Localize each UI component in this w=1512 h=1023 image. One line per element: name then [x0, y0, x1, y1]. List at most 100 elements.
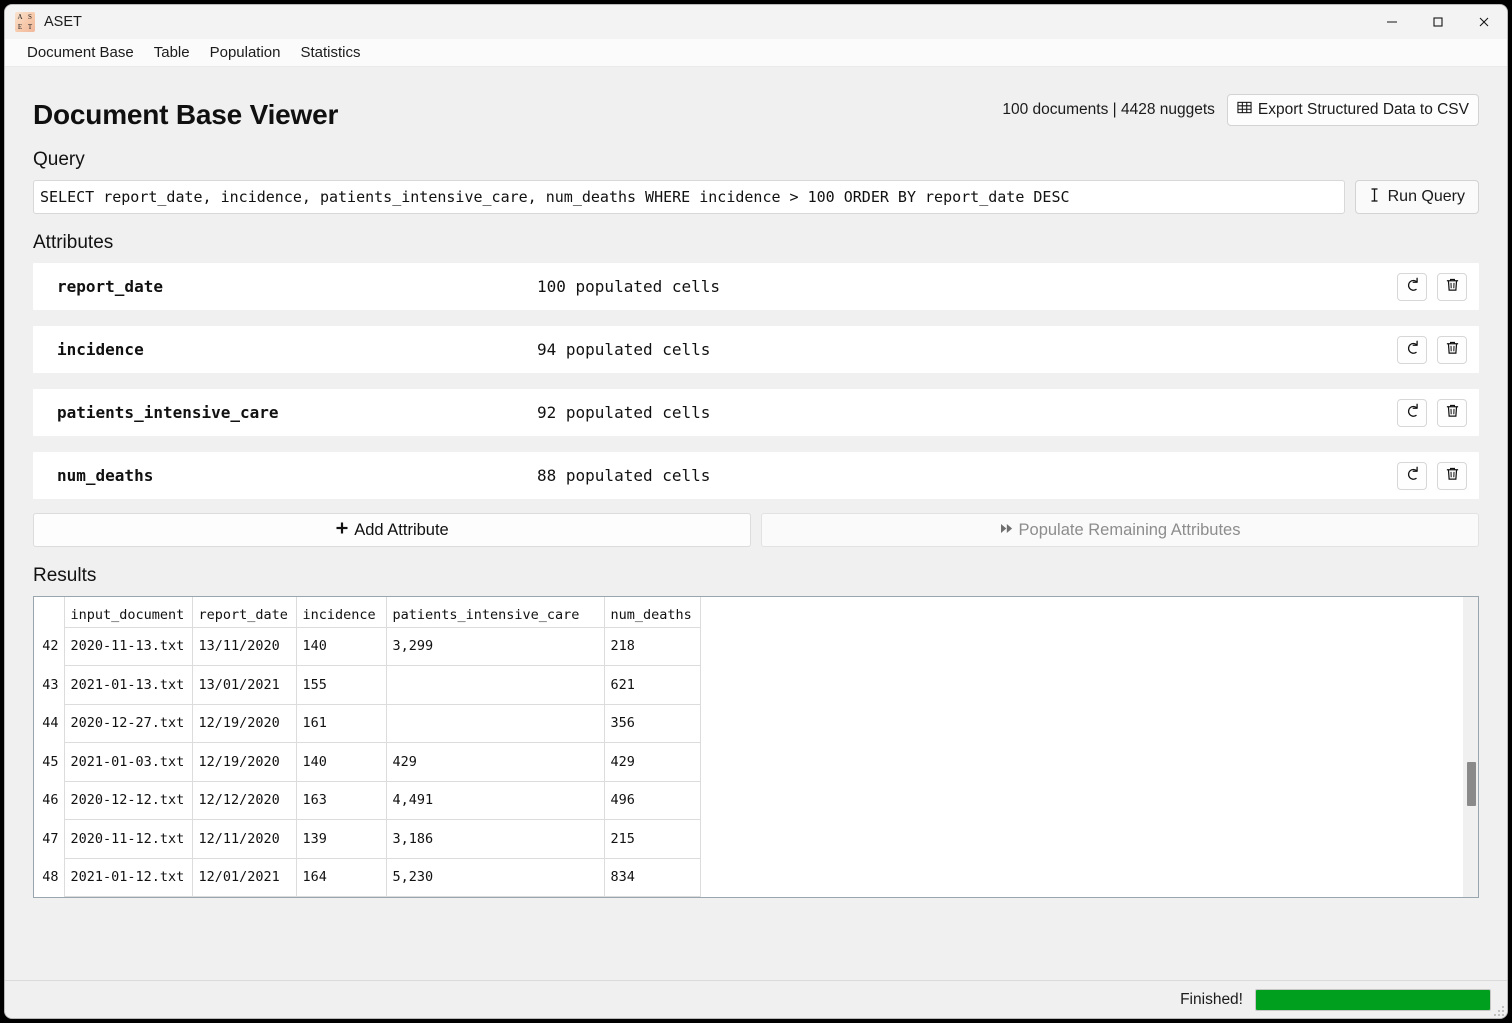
add-attribute-button[interactable]: Add Attribute	[33, 513, 751, 547]
table-row[interactable]: 47 2020-11-12.txt 12/11/2020 139 3,186 2…	[34, 819, 701, 859]
table-row[interactable]: 45 2021-01-03.txt 12/19/2020 140 429 429	[34, 742, 701, 782]
row-index: 43	[34, 665, 65, 704]
maximize-icon[interactable]	[1415, 5, 1461, 39]
column-header-num-deaths[interactable]: num_deaths	[604, 597, 701, 628]
cell-incidence[interactable]: 163	[296, 781, 387, 820]
column-header-patients-intensive-care[interactable]: patients_intensive_care	[386, 597, 605, 628]
app-logo-letter-e: E	[17, 22, 23, 31]
plus-icon	[335, 521, 349, 540]
attribute-delete-button[interactable]	[1437, 272, 1467, 301]
cell-num-deaths[interactable]: 218	[604, 627, 701, 666]
cell-num-deaths[interactable]: 496	[604, 781, 701, 820]
results-table-body: 42 2020-11-13.txt 13/11/2020 140 3,299 2…	[34, 627, 701, 897]
attribute-refresh-button[interactable]	[1397, 461, 1427, 490]
table-row[interactable]: 46 2020-12-12.txt 12/12/2020 163 4,491 4…	[34, 781, 701, 820]
cell-num-deaths[interactable]: 215	[604, 819, 701, 859]
cell-input-document[interactable]: 2020-11-12.txt	[64, 819, 193, 859]
row-index: 45	[34, 742, 65, 781]
attribute-delete-button[interactable]	[1437, 461, 1467, 490]
close-icon[interactable]	[1461, 5, 1507, 39]
query-input[interactable]: SELECT report_date, incidence, patients_…	[33, 180, 1345, 214]
text-cursor-icon	[1369, 187, 1380, 208]
results-header-row: input_document report_date incidence pat…	[34, 597, 701, 628]
attribute-row[interactable]: report_date 100 populated cells	[33, 263, 1479, 310]
column-header-report-date[interactable]: report_date	[192, 597, 297, 628]
scrollbar-thumb[interactable]	[1467, 762, 1476, 806]
results-vertical-scrollbar[interactable]	[1463, 597, 1478, 897]
cell-patients-intensive-care[interactable]: 3,299	[386, 627, 605, 666]
cell-incidence[interactable]: 140	[296, 742, 387, 782]
cell-report-date[interactable]: 13/11/2020	[192, 627, 297, 666]
fast-forward-icon	[1000, 521, 1014, 540]
cell-report-date[interactable]: 12/12/2020	[192, 781, 297, 820]
cell-input-document[interactable]: 2021-01-03.txt	[64, 742, 193, 782]
table-row[interactable]: 48 2021-01-12.txt 12/01/2021 164 5,230 8…	[34, 858, 701, 897]
attribute-row[interactable]: patients_intensive_care 92 populated cel…	[33, 389, 1479, 436]
export-csv-button[interactable]: Export Structured Data to CSV	[1226, 94, 1479, 126]
cell-input-document[interactable]: 2020-11-13.txt	[64, 627, 193, 666]
cell-patients-intensive-care[interactable]: 4,491	[386, 781, 605, 820]
cell-input-document[interactable]: 2020-12-27.txt	[64, 704, 193, 743]
resize-grip-icon[interactable]	[1494, 1006, 1504, 1016]
cell-patients-intensive-care[interactable]: 5,230	[386, 858, 605, 897]
attribute-cell-count: 100 populated cells	[537, 277, 721, 296]
table-row[interactable]: 42 2020-11-13.txt 13/11/2020 140 3,299 2…	[34, 627, 701, 666]
row-index: 46	[34, 781, 65, 820]
cell-input-document[interactable]: 2021-01-12.txt	[64, 858, 193, 897]
cell-incidence[interactable]: 164	[296, 858, 387, 897]
menu-item-document-base[interactable]: Document Base	[17, 42, 144, 63]
results-table-container: input_document report_date incidence pat…	[33, 596, 1479, 898]
attribute-refresh-button[interactable]	[1397, 335, 1427, 364]
column-header-input-document[interactable]: input_document	[64, 597, 193, 628]
cell-report-date[interactable]: 13/01/2021	[192, 665, 297, 705]
cell-report-date[interactable]: 12/19/2020	[192, 704, 297, 743]
cell-incidence[interactable]: 139	[296, 819, 387, 859]
cell-num-deaths[interactable]: 356	[604, 704, 701, 743]
results-table: input_document report_date incidence pat…	[34, 597, 701, 897]
table-row[interactable]: 43 2021-01-13.txt 13/01/2021 155 621	[34, 665, 701, 705]
cell-incidence[interactable]: 140	[296, 627, 387, 666]
column-header-incidence[interactable]: incidence	[296, 597, 387, 628]
cell-patients-intensive-care[interactable]: 429	[386, 742, 605, 782]
cell-input-document[interactable]: 2021-01-13.txt	[64, 665, 193, 705]
menu-item-population[interactable]: Population	[200, 42, 291, 63]
cell-patients-intensive-care[interactable]	[386, 665, 605, 705]
main-content: Document Base Viewer 100 documents | 442…	[5, 67, 1507, 980]
populate-remaining-label: Populate Remaining Attributes	[1018, 520, 1241, 539]
menu-item-statistics[interactable]: Statistics	[291, 42, 371, 63]
query-row: SELECT report_date, incidence, patients_…	[33, 180, 1479, 214]
table-grid-icon	[1237, 100, 1252, 120]
cell-incidence[interactable]: 155	[296, 665, 387, 705]
attribute-row[interactable]: num_deaths 88 populated cells	[33, 452, 1479, 499]
header-actions: 100 documents | 4428 nuggets Export Stru…	[1002, 94, 1479, 131]
app-logo-icon: A S E T	[15, 12, 35, 32]
status-bar: Finished!	[5, 980, 1507, 1018]
attribute-cell-count: 92 populated cells	[537, 403, 711, 422]
cell-report-date[interactable]: 12/01/2021	[192, 858, 297, 897]
cell-num-deaths[interactable]: 429	[604, 742, 701, 782]
attribute-cell-count: 94 populated cells	[537, 340, 711, 359]
cell-num-deaths[interactable]: 834	[604, 858, 701, 897]
run-query-button[interactable]: Run Query	[1354, 180, 1479, 214]
populate-remaining-attributes-button[interactable]: Populate Remaining Attributes	[761, 513, 1479, 547]
title-bar: A S E T ASET	[5, 5, 1507, 39]
cell-input-document[interactable]: 2020-12-12.txt	[64, 781, 193, 820]
cell-report-date[interactable]: 12/11/2020	[192, 819, 297, 859]
attribute-cell-count: 88 populated cells	[537, 466, 711, 485]
cell-num-deaths[interactable]: 621	[604, 665, 701, 705]
cell-report-date[interactable]: 12/19/2020	[192, 742, 297, 782]
attribute-refresh-button[interactable]	[1397, 272, 1427, 301]
attribute-refresh-button[interactable]	[1397, 398, 1427, 427]
cell-patients-intensive-care[interactable]	[386, 704, 605, 743]
table-row[interactable]: 44 2020-12-27.txt 12/19/2020 161 356	[34, 704, 701, 743]
minimize-icon[interactable]	[1369, 5, 1415, 39]
attribute-actions: Add Attribute Populate Remaining Attribu…	[33, 513, 1479, 547]
status-text: Finished!	[1180, 990, 1243, 1008]
cell-patients-intensive-care[interactable]: 3,186	[386, 819, 605, 859]
attributes-section-label: Attributes	[33, 232, 114, 253]
cell-incidence[interactable]: 161	[296, 704, 387, 743]
menu-item-table[interactable]: Table	[144, 42, 200, 63]
attribute-delete-button[interactable]	[1437, 398, 1467, 427]
attribute-delete-button[interactable]	[1437, 335, 1467, 364]
attribute-row[interactable]: incidence 94 populated cells	[33, 326, 1479, 373]
